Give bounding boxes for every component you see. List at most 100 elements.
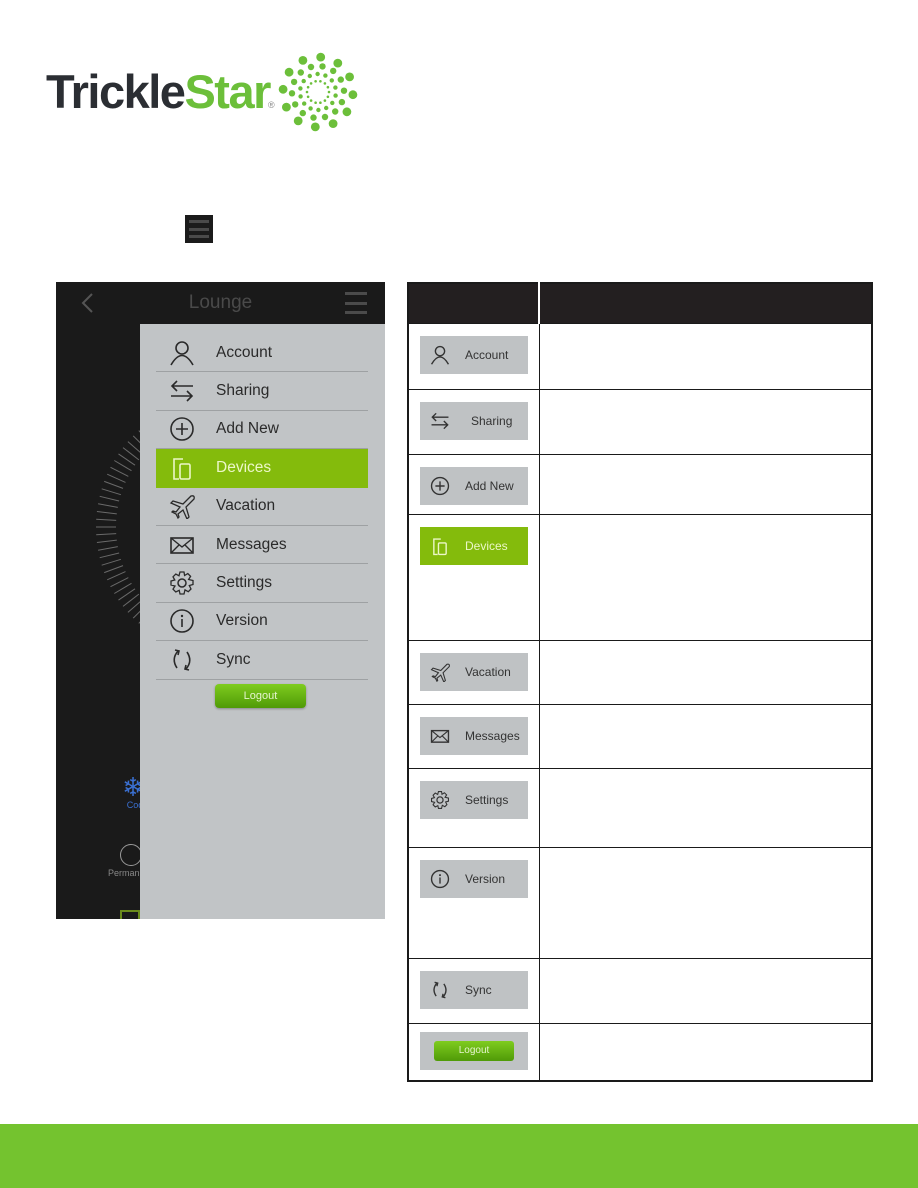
devices-icon bbox=[168, 454, 196, 482]
logo-dot bbox=[306, 85, 310, 89]
registered-mark: ® bbox=[268, 100, 275, 110]
settings-thumbnail: Settings bbox=[420, 780, 528, 819]
table-header-description-column bbox=[538, 282, 873, 324]
thumbnail-label: Add New bbox=[465, 478, 514, 493]
drawer-item-vacation[interactable]: Vacation bbox=[156, 488, 368, 526]
logo-dot bbox=[298, 56, 308, 65]
dial-tick bbox=[114, 582, 132, 594]
table-cell-button: Devices bbox=[407, 513, 540, 641]
hamburger-menu-icon bbox=[185, 215, 213, 243]
table-cell-button: Version bbox=[407, 846, 540, 959]
thumbnail-label: Devices bbox=[465, 538, 508, 553]
logo-dot bbox=[319, 80, 322, 83]
bottom-control-icon bbox=[120, 910, 140, 919]
drawer-item-messages[interactable]: Messages bbox=[156, 526, 368, 565]
thumbnail-label: Version bbox=[465, 871, 506, 886]
drawer-item-label: Account bbox=[216, 343, 273, 361]
table-cell-description bbox=[538, 846, 873, 959]
app-screenshot: Lounge ❄ Coo Perman Account Sharing Add … bbox=[56, 282, 385, 919]
logo-dot bbox=[333, 93, 338, 98]
drawer-item-version[interactable]: Version bbox=[156, 603, 368, 642]
footer-band bbox=[0, 1124, 918, 1188]
logout-button[interactable]: Logout bbox=[215, 684, 306, 708]
logo-dot bbox=[328, 119, 338, 128]
table-cell-description bbox=[538, 388, 873, 455]
sharing-thumbnail: Sharing bbox=[420, 401, 528, 440]
app-title: Lounge bbox=[188, 292, 253, 313]
logo-dot bbox=[298, 86, 303, 91]
drawer-item-label: Add New bbox=[216, 420, 279, 438]
thumbnail-label: Settings bbox=[465, 792, 509, 807]
logo-dot bbox=[319, 63, 326, 70]
plus-circle-icon bbox=[168, 415, 196, 443]
drawer-item-sharing[interactable]: Sharing bbox=[156, 372, 368, 411]
table-cell-button: Vacation bbox=[407, 639, 540, 705]
logo-dot bbox=[293, 116, 303, 126]
logo-dot bbox=[302, 101, 307, 106]
app-header: Lounge bbox=[56, 282, 385, 324]
account-thumbnail: Account bbox=[420, 335, 528, 374]
logo-dot bbox=[314, 101, 317, 104]
logo-dot bbox=[327, 90, 331, 94]
logo-dot bbox=[340, 87, 348, 94]
table-row: Sharing bbox=[407, 388, 873, 455]
drawer-item-settings[interactable]: Settings bbox=[156, 564, 368, 603]
logo-dot bbox=[310, 122, 320, 132]
drawer-item-account[interactable]: Account bbox=[156, 334, 368, 373]
table-cell-button: Sharing bbox=[407, 388, 540, 455]
drawer-item-label: Settings bbox=[216, 574, 273, 592]
dial-tick bbox=[101, 558, 122, 566]
logout-button-image: Logout bbox=[434, 1040, 514, 1061]
drawer-item-devices[interactable]: Devices bbox=[156, 449, 368, 488]
logo-dot bbox=[316, 52, 326, 62]
logo-dot bbox=[330, 100, 335, 106]
gear-icon bbox=[168, 569, 196, 597]
logo-dot bbox=[301, 78, 306, 84]
messages-thumbnail: Messages bbox=[420, 716, 528, 755]
logo-dot bbox=[288, 90, 296, 97]
logo-dot bbox=[326, 95, 330, 99]
table-cell-button: Settings bbox=[407, 767, 540, 848]
drawer-menu: Account Sharing Add New Devices Vacation… bbox=[156, 334, 368, 680]
logo-dot bbox=[337, 76, 344, 83]
dial-tick bbox=[98, 546, 118, 551]
drawer-item-sync[interactable]: Sync bbox=[156, 641, 368, 680]
logo-dot bbox=[309, 99, 313, 102]
logo-dot bbox=[309, 82, 313, 85]
logo-dot bbox=[278, 84, 288, 94]
table-cell-button: Account bbox=[407, 322, 540, 390]
drawer-item-add-new[interactable]: Add New bbox=[156, 411, 368, 450]
thumbnail-label: Vacation bbox=[465, 664, 511, 679]
logo-dot bbox=[338, 98, 346, 106]
logo-dot bbox=[319, 101, 322, 104]
logo-dot bbox=[326, 85, 330, 89]
dial-tick bbox=[104, 480, 124, 489]
dial-tick bbox=[114, 460, 132, 472]
dial-tick bbox=[99, 495, 120, 502]
table-row: Devices bbox=[407, 513, 873, 641]
hamburger-menu-icon[interactable] bbox=[345, 292, 367, 314]
table-cell-description bbox=[538, 703, 873, 769]
logo-dot bbox=[307, 73, 312, 79]
table-row: Vacation bbox=[407, 639, 873, 705]
menu-reference-table: Account Sharing Add New Devices Vacation… bbox=[407, 282, 873, 1082]
logo-dot bbox=[329, 78, 334, 83]
dial-tick bbox=[110, 466, 129, 477]
logo-dot bbox=[345, 72, 354, 82]
table-row: Version bbox=[407, 846, 873, 959]
dial-tick bbox=[104, 565, 124, 574]
drawer-item-label: Messages bbox=[216, 535, 287, 553]
drawer-item-label: Sync bbox=[216, 650, 251, 668]
logo-dot bbox=[297, 69, 304, 76]
user-icon bbox=[429, 344, 451, 366]
airplane-icon bbox=[429, 661, 451, 683]
logo-dot bbox=[290, 78, 298, 86]
dial-tick bbox=[106, 473, 126, 483]
logo-dot bbox=[323, 73, 328, 78]
logo-dot bbox=[333, 85, 338, 90]
arrows-exchange-icon bbox=[429, 410, 451, 432]
drawer-item-label: Devices bbox=[216, 458, 272, 476]
logo-dot bbox=[333, 58, 343, 68]
dial-tick bbox=[106, 571, 126, 581]
logo-dot bbox=[305, 90, 309, 94]
